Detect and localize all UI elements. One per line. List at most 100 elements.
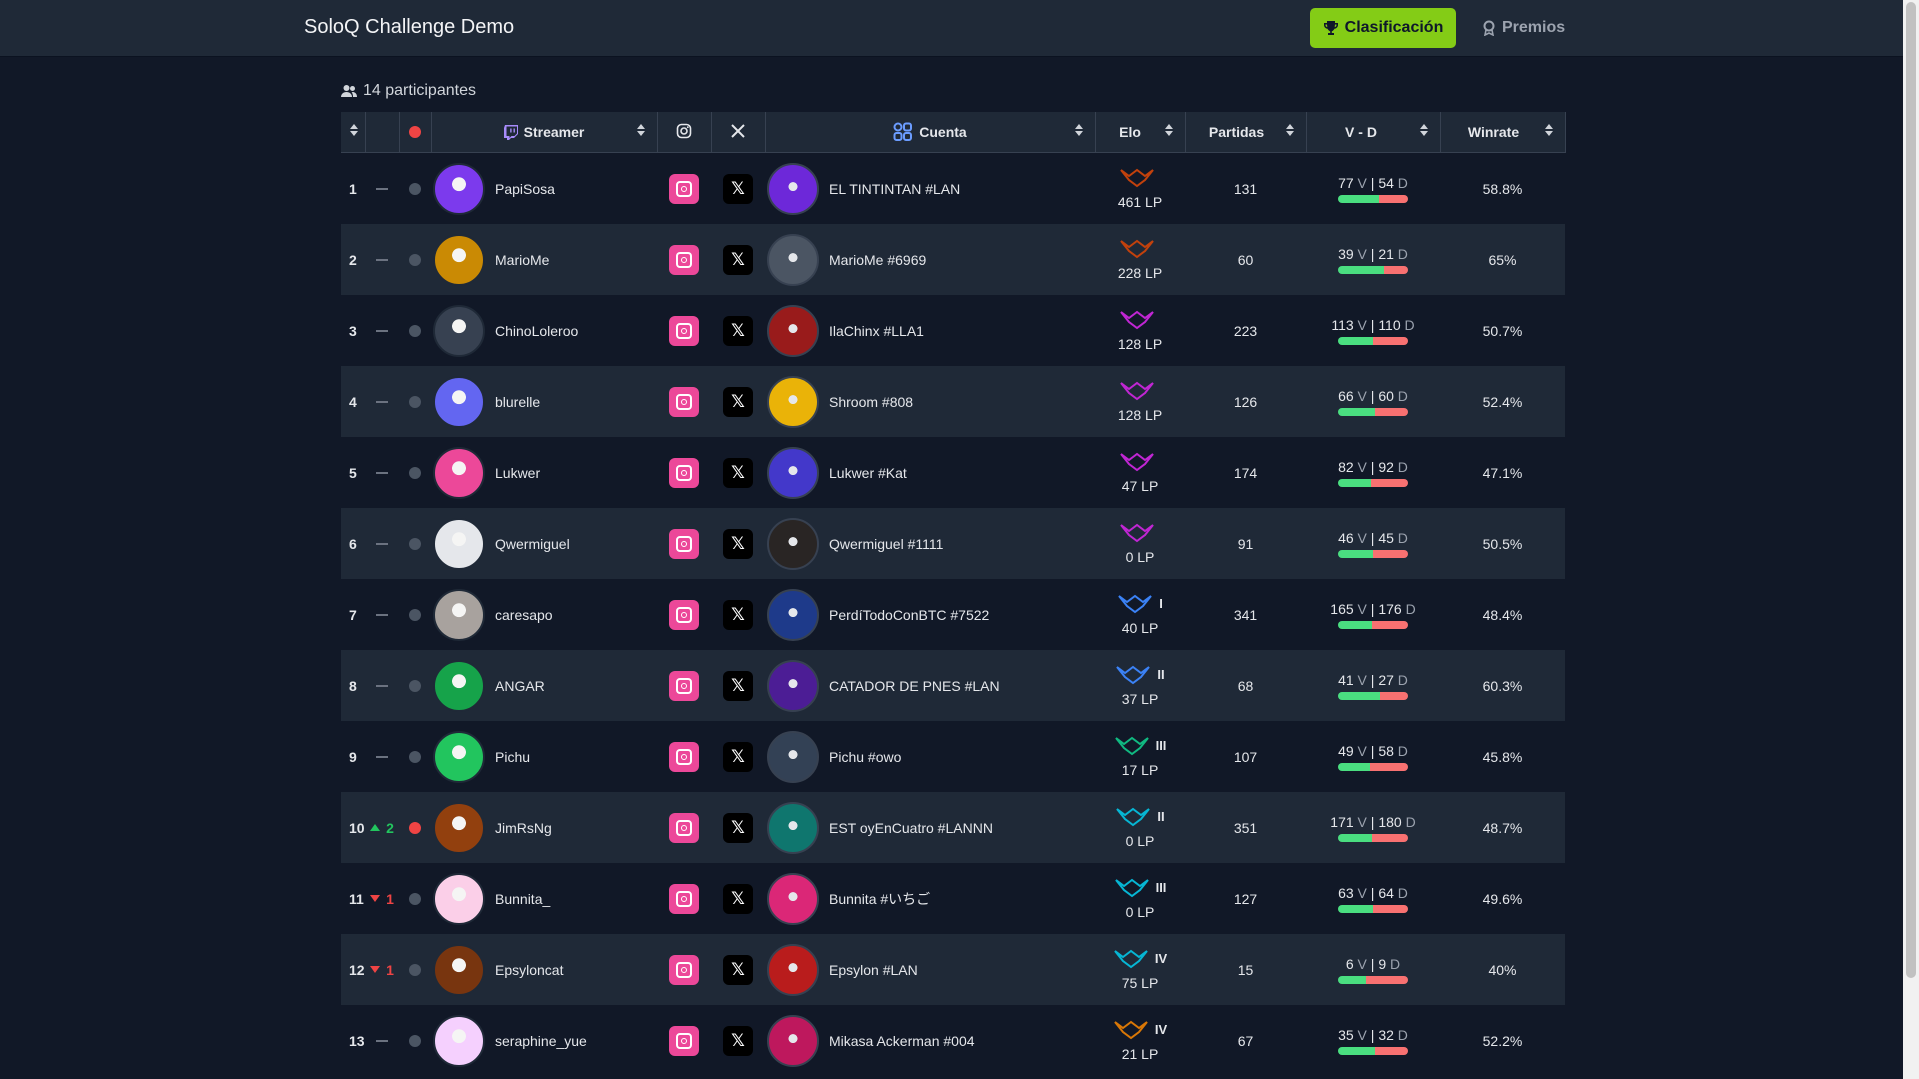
x-link-icon[interactable]: 𝕏 [723,457,753,488]
instagram-link-icon[interactable] [669,1025,699,1056]
streamer-name[interactable]: ChinoLoleroo [495,323,578,339]
avatar[interactable] [433,659,485,712]
x-link-icon[interactable]: 𝕏 [723,386,753,417]
account-cell[interactable]: Lukwer #Kat [765,437,1095,508]
account-cell[interactable]: IlaChinx #LLA1 [765,295,1095,366]
streamer-cell[interactable]: Epsyloncat [431,934,657,1005]
instagram-link-icon[interactable] [669,599,699,630]
account-name[interactable]: Qwermiguel #1111 [829,536,943,552]
streamer-name[interactable]: Lukwer [495,465,540,481]
page-scrollbar[interactable] [1903,0,1919,1079]
instagram-link-icon[interactable] [669,244,699,275]
avatar[interactable] [433,1014,485,1067]
account-name[interactable]: MarioMe #6969 [829,252,926,268]
instagram-link-icon[interactable] [669,883,699,914]
instagram-link-icon[interactable] [669,670,699,701]
streamer-cell[interactable]: seraphine_yue [431,1005,657,1076]
x-link-icon[interactable]: 𝕏 [723,315,753,346]
account-name[interactable]: IlaChinx #LLA1 [829,323,924,339]
streamer-cell[interactable]: ANGAR [431,650,657,721]
streamer-name[interactable]: caresapo [495,607,553,623]
instagram-link-icon[interactable] [669,173,699,204]
account-name[interactable]: Shroom #808 [829,394,913,410]
header-position[interactable] [341,112,366,153]
account-name[interactable]: Pichu #owo [829,749,901,765]
streamer-name[interactable]: MarioMe [495,252,549,268]
instagram-link-icon[interactable] [669,386,699,417]
account-name[interactable]: CATADOR DE PNES #LAN [829,678,1000,694]
streamer-name[interactable]: blurelle [495,394,540,410]
instagram-link-icon[interactable] [669,954,699,985]
header-winrate[interactable]: Winrate [1440,112,1566,153]
instagram-link-icon[interactable] [669,315,699,346]
streamer-cell[interactable]: caresapo [431,579,657,650]
avatar[interactable] [433,730,485,783]
x-link-icon[interactable]: 𝕏 [723,812,753,843]
avatar[interactable] [433,375,485,428]
streamer-cell[interactable]: ChinoLoleroo [431,295,657,366]
account-cell[interactable]: EST oyEnCuatro #LANNN [765,792,1095,863]
x-link-icon[interactable]: 𝕏 [723,244,753,275]
streamer-name[interactable]: Pichu [495,749,530,765]
account-cell[interactable]: Bunnita #いちご [765,863,1095,934]
clasificacion-button[interactable]: Clasificación [1310,8,1456,48]
x-link-icon[interactable]: 𝕏 [723,599,753,630]
streamer-cell[interactable]: JimRsNg [431,792,657,863]
x-link-icon[interactable]: 𝕏 [723,1025,753,1056]
avatar[interactable] [433,801,485,854]
instagram-link-icon[interactable] [669,528,699,559]
streamer-cell[interactable]: Lukwer [431,437,657,508]
header-cuenta[interactable]: Cuenta [765,112,1096,153]
avatar[interactable] [433,233,485,286]
streamer-cell[interactable]: PapiSosa [431,152,657,224]
streamer-cell[interactable]: Qwermiguel [431,508,657,579]
account-cell[interactable]: Qwermiguel #1111 [765,508,1095,579]
account-cell[interactable]: CATADOR DE PNES #LAN [765,650,1095,721]
streamer-name[interactable]: Epsyloncat [495,962,563,978]
x-link-icon[interactable]: 𝕏 [723,741,753,772]
avatar[interactable] [433,588,485,641]
avatar[interactable] [433,943,485,996]
avatar[interactable] [433,162,485,215]
account-name[interactable]: Mikasa Ackerman #004 [829,1033,975,1049]
instagram-link-icon[interactable] [669,741,699,772]
avatar[interactable] [433,446,485,499]
header-elo[interactable]: Elo [1095,112,1186,153]
header-streamer[interactable]: Streamer [431,112,658,153]
account-name[interactable]: Lukwer #Kat [829,465,907,481]
x-link-icon[interactable]: 𝕏 [723,954,753,985]
account-cell[interactable]: MarioMe #6969 [765,224,1095,295]
streamer-name[interactable]: Qwermiguel [495,536,570,552]
avatar[interactable] [433,517,485,570]
premios-button[interactable]: Premios [1482,8,1565,48]
account-cell[interactable]: PerdíTodoConBTC #7522 [765,579,1095,650]
streamer-cell[interactable]: Bunnita_ [431,863,657,934]
header-partidas[interactable]: Partidas [1185,112,1307,153]
x-link-icon[interactable]: 𝕏 [723,883,753,914]
account-name[interactable]: EST oyEnCuatro #LANNN [829,820,993,836]
avatar[interactable] [433,872,485,925]
avatar[interactable] [433,304,485,357]
x-link-icon[interactable]: 𝕏 [723,173,753,204]
streamer-name[interactable]: Bunnita_ [495,891,550,907]
scrollbar-thumb[interactable] [1906,2,1916,978]
header-vd[interactable]: V - D [1306,112,1441,153]
streamer-name[interactable]: JimRsNg [495,820,552,836]
streamer-name[interactable]: PapiSosa [495,181,555,197]
x-link-icon[interactable]: 𝕏 [723,528,753,559]
account-name[interactable]: PerdíTodoConBTC #7522 [829,607,989,623]
x-link-icon[interactable]: 𝕏 [723,670,753,701]
account-cell[interactable]: Mikasa Ackerman #004 [765,1005,1095,1076]
account-cell[interactable]: Epsylon #LAN [765,934,1095,1005]
streamer-name[interactable]: seraphine_yue [495,1033,587,1049]
account-cell[interactable]: EL TINTINTAN #LAN [765,152,1095,224]
instagram-link-icon[interactable] [669,812,699,843]
account-cell[interactable]: Shroom #808 [765,366,1095,437]
instagram-link-icon[interactable] [669,457,699,488]
account-name[interactable]: EL TINTINTAN #LAN [829,181,960,197]
account-name[interactable]: Epsylon #LAN [829,962,918,978]
streamer-cell[interactable]: MarioMe [431,224,657,295]
streamer-cell[interactable]: Pichu [431,721,657,792]
app-title[interactable]: SoloQ Challenge Demo [304,16,514,39]
account-name[interactable]: Bunnita #いちご [829,889,930,909]
